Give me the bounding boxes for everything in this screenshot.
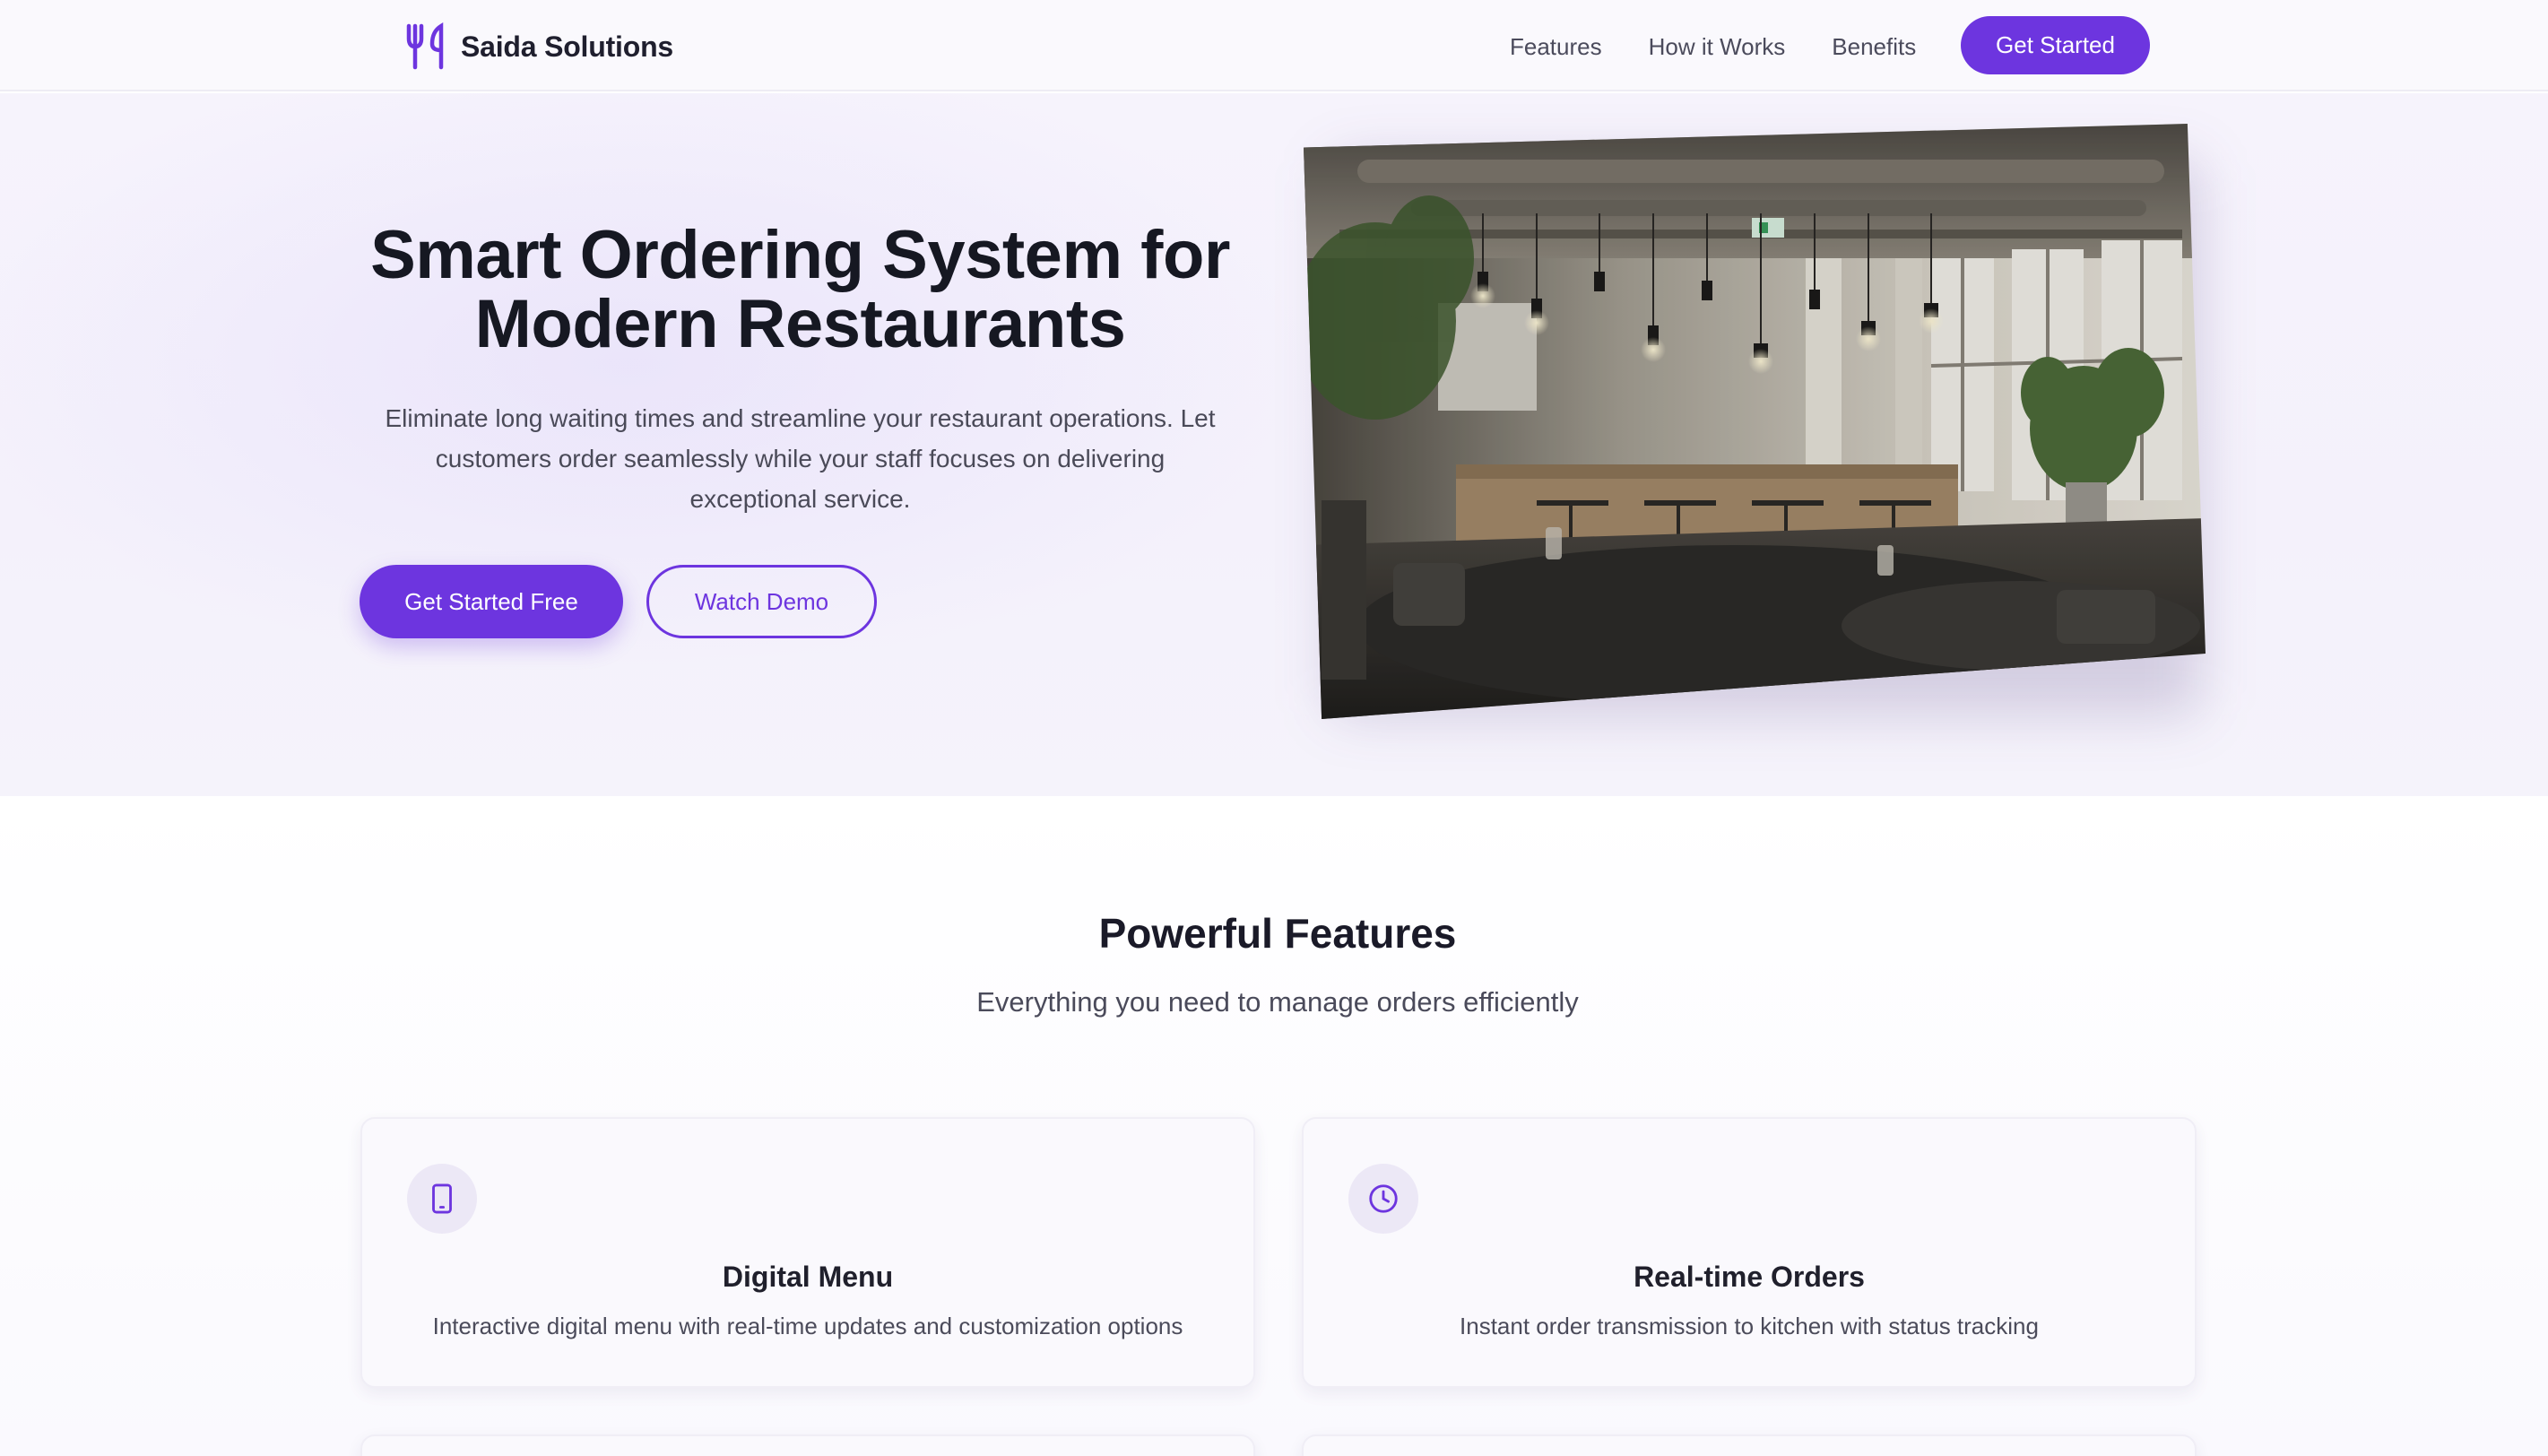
top-navbar: Saida Solutions Features How it Works Be… [0,0,2548,91]
tablet-icon [407,1164,477,1234]
get-started-button[interactable]: Get Started [1961,16,2150,74]
get-started-free-button[interactable]: Get Started Free [360,565,623,638]
hero-subtitle: Eliminate long waiting times and streaml… [359,398,1242,519]
clock-icon [1348,1164,1418,1234]
feature-card-real-time-orders: Real-time Orders Instant order transmiss… [1302,1117,2197,1388]
feature-description: Instant order transmission to kitchen wi… [1460,1313,2039,1339]
hero-section: Smart Ordering System for Modern Restaur… [0,93,2548,796]
features-section: Powerful Features Everything you need to… [0,796,2548,1456]
restaurant-photo-illustration [1304,124,2206,719]
features-subtitle: Everything you need to manage orders eff… [976,986,1579,1018]
feature-description: Interactive digital menu with real-time … [432,1313,1183,1339]
feature-title: Real-time Orders [1634,1261,1865,1293]
restaurant-interior-image [1304,124,2206,719]
nav-link-how-it-works[interactable]: How it Works [1649,33,1786,61]
feature-title: Digital Menu [722,1261,894,1293]
hero-image-container [1304,124,2206,719]
hero-subtitle-line-3: exceptional service. [689,485,911,513]
page: Saida Solutions Features How it Works Be… [0,0,2548,1456]
fork-knife-icon [406,22,444,70]
features-title: Powerful Features [1098,910,1457,957]
hero-title: Smart Ordering System for Modern Restaur… [341,221,1260,359]
watch-demo-button[interactable]: Watch Demo [646,565,877,638]
feature-card-partial [1302,1434,2197,1456]
brand[interactable]: Saida Solutions [405,22,673,72]
feature-card-partial [360,1434,1255,1456]
feature-card-digital-menu: Digital Menu Interactive digital menu wi… [360,1117,1255,1388]
brand-name: Saida Solutions [461,30,674,63]
hero-subtitle-line-1: Eliminate long waiting times and streaml… [385,404,1216,432]
nav-link-features[interactable]: Features [1510,33,1602,61]
hero-title-line-2: Modern Restaurants [474,286,1126,362]
hero-subtitle-line-2: customers order seamlessly while your st… [435,445,1166,472]
nav-links: Features How it Works Benefits [1510,27,1916,66]
hero-title-line-1: Smart Ordering System for [370,217,1230,293]
nav-link-benefits[interactable]: Benefits [1832,33,1916,61]
